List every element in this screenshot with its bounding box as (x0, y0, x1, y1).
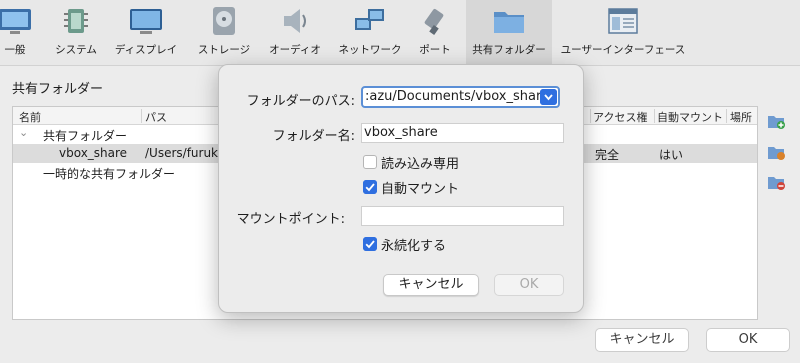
toolbar-item-general[interactable]: 一般 (0, 0, 31, 66)
toolbar-label-system: システム (55, 44, 97, 56)
automount-checkbox[interactable] (363, 180, 377, 194)
column-divider (590, 109, 591, 123)
toolbar-label-shared-folders: 共有フォルダー (472, 44, 546, 56)
toolbar-item-network[interactable]: ネットワーク (334, 0, 406, 66)
group-label: 一時的な共有フォルダー (43, 167, 176, 181)
column-divider (654, 109, 655, 123)
toolbar-label-ports: ポート (419, 44, 451, 56)
folder-name-label: フォルダー名: (272, 129, 355, 144)
chevron-down-icon[interactable] (540, 89, 557, 105)
speaker-icon (284, 9, 306, 33)
column-header-path[interactable]: パス (145, 109, 167, 125)
folder-name-field[interactable]: vbox_share (361, 123, 564, 143)
row-auto-mount: はい (659, 148, 684, 162)
toolbar-item-storage[interactable]: ストレージ (190, 0, 258, 66)
settings-toolbar: 一般 システム ディスプレイ ストレージ オーディオ ネットワーク ポート 共有… (0, 0, 800, 66)
permanent-label[interactable]: 永続化する (381, 235, 446, 254)
row-path: /Users/furuk (145, 146, 219, 160)
toolbar-item-display[interactable]: ディスプレイ (108, 0, 184, 66)
remove-shared-folder-icon[interactable] (766, 173, 786, 191)
column-divider (726, 109, 727, 123)
folder-path-combobox[interactable]: :azu/Documents/vbox_share (361, 86, 560, 108)
column-header-auto-mount[interactable]: 自動マウント (657, 109, 723, 125)
window-layout-icon (608, 8, 638, 34)
edit-shared-folder-icon[interactable] (766, 143, 786, 161)
column-header-name[interactable]: 名前 (19, 109, 41, 125)
toolbar-item-system[interactable]: システム (44, 0, 108, 66)
permanent-checkbox[interactable] (363, 237, 377, 251)
add-shared-folder-dialog: フォルダーのパス: :azu/Documents/vbox_share フォルダ… (218, 64, 584, 313)
group-label: 共有フォルダー (43, 129, 128, 143)
display-icon (130, 9, 162, 34)
column-divider (141, 109, 142, 123)
column-header-location[interactable]: 場所 (730, 109, 752, 125)
cancel-button[interactable]: キャンセル (595, 328, 689, 352)
toolbar-item-ports[interactable]: ポート (412, 0, 458, 66)
mount-point-field[interactable] (361, 206, 564, 226)
shared-folders-section-title: 共有フォルダー (12, 82, 104, 97)
chevron-down-icon[interactable]: ⌄ (19, 126, 28, 139)
toolbar-label-audio: オーディオ (269, 44, 321, 56)
toolbar-label-user-interface: ユーザーインターフェース (560, 44, 686, 56)
toolbar-item-user-interface[interactable]: ユーザーインターフェース (560, 0, 686, 66)
toolbar-label-display: ディスプレイ (114, 44, 178, 56)
chip-icon (64, 9, 88, 33)
dialog-ok-button[interactable]: OK (494, 274, 564, 296)
folder-path-value: :azu/Documents/vbox_share (365, 89, 550, 104)
toolbar-item-shared-folders[interactable]: 共有フォルダー (466, 0, 552, 66)
toolbar-label-network: ネットワーク (338, 44, 402, 56)
mount-point-label: マウントポイント: (236, 212, 345, 227)
readonly-checkbox[interactable] (363, 155, 377, 169)
hard-disk-icon (213, 7, 235, 35)
toolbar-label-general: 一般 (4, 44, 26, 56)
row-access: 完全 (595, 148, 620, 162)
monitor-icon (0, 9, 31, 34)
row-name: vbox_share (59, 146, 128, 160)
dialog-cancel-button[interactable]: キャンセル (383, 274, 479, 296)
network-icon (355, 9, 384, 30)
folder-path-label: フォルダーのパス: (246, 94, 355, 109)
add-shared-folder-icon[interactable] (766, 112, 786, 130)
port-plug-icon (424, 8, 444, 35)
toolbar-item-audio[interactable]: オーディオ (264, 0, 326, 66)
folder-icon (494, 12, 524, 33)
toolbar-label-storage: ストレージ (197, 44, 251, 56)
ok-button[interactable]: OK (706, 328, 790, 352)
column-header-access[interactable]: アクセス権 (593, 109, 647, 125)
readonly-label[interactable]: 読み込み専用 (381, 153, 459, 172)
automount-label[interactable]: 自動マウント (381, 178, 459, 197)
